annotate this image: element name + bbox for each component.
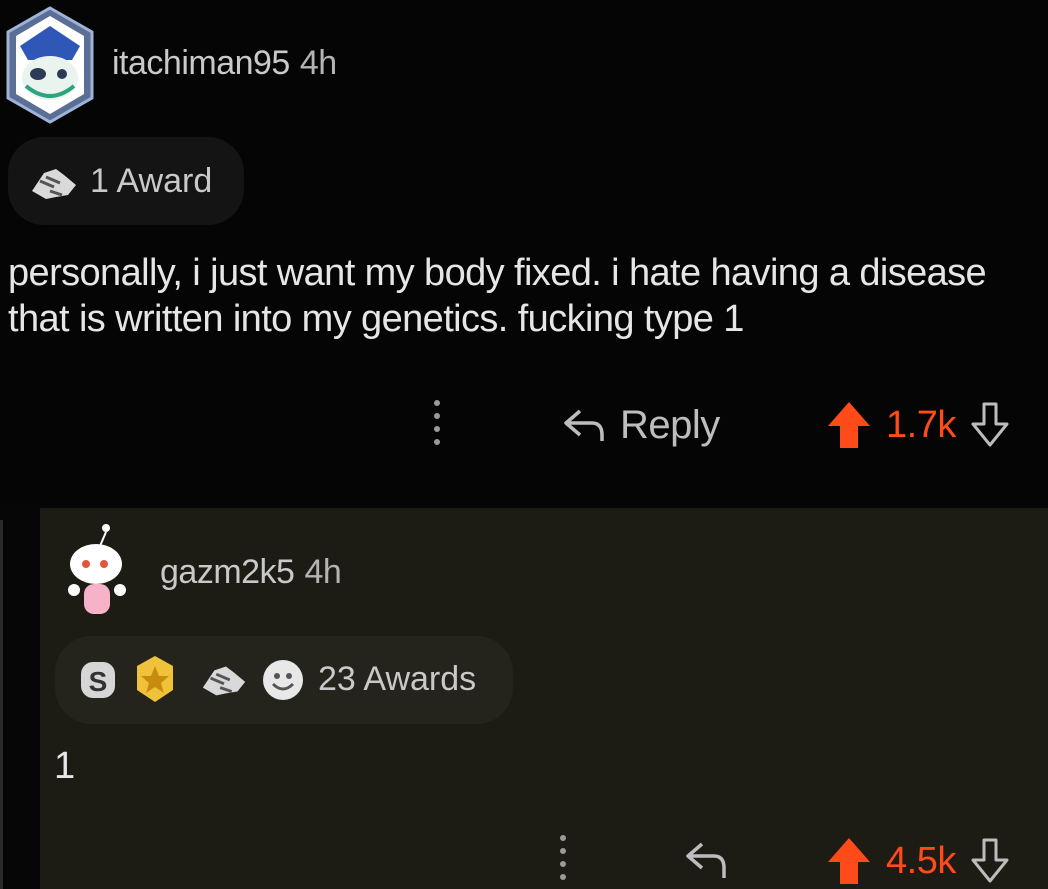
comment-author[interactable]: itachiman95 4h <box>112 44 337 83</box>
vote-controls: 4.5k <box>826 836 1010 886</box>
wholesome-award-icon <box>263 660 303 700</box>
user-avatar-gazm2k5[interactable] <box>62 520 132 620</box>
awards-count: 1 Award <box>90 162 213 200</box>
username[interactable]: gazm2k5 <box>160 553 295 591</box>
vote-controls: 1.7k <box>826 400 1010 450</box>
handshake-award-icon <box>202 666 246 696</box>
upvote-icon[interactable] <box>826 836 872 886</box>
comment-body: personally, i just want my body fixed. i… <box>8 252 987 340</box>
gold-award-icon <box>137 656 173 702</box>
thread-line[interactable] <box>0 520 3 889</box>
comment-author[interactable]: gazm2k5 4h <box>160 553 342 592</box>
downvote-icon[interactable] <box>970 402 1010 448</box>
handshake-award-icon <box>32 169 76 199</box>
more-options-icon[interactable] <box>434 400 442 452</box>
user-avatar-itachiman95[interactable] <box>6 6 94 124</box>
reply-arrow-icon <box>564 409 604 441</box>
awards-count: 23 Awards <box>318 660 477 698</box>
upvote-icon[interactable] <box>826 400 872 450</box>
vote-score: 1.7k <box>886 403 956 446</box>
username[interactable]: itachiman95 <box>112 44 290 82</box>
vote-score: 4.5k <box>886 839 956 882</box>
reply-label: Reply <box>620 402 720 447</box>
downvote-icon[interactable] <box>970 838 1010 884</box>
timestamp: 4h <box>299 44 337 82</box>
reply-arrow-icon[interactable] <box>684 838 728 882</box>
reply-button[interactable]: Reply <box>562 400 720 450</box>
timestamp: 4h <box>304 553 342 591</box>
more-options-icon[interactable] <box>560 835 568 887</box>
silver-award-icon: S <box>81 662 115 698</box>
svg-text:S: S <box>89 666 108 697</box>
comment-body: 1 <box>54 745 76 787</box>
